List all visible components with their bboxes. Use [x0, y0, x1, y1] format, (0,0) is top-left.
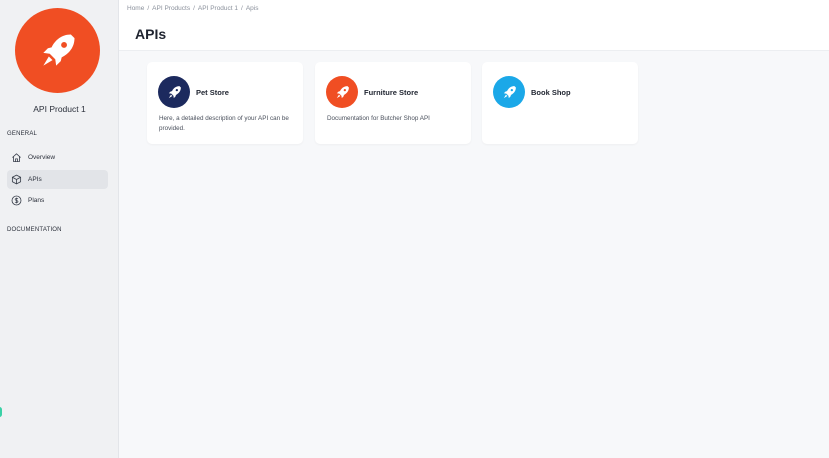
- api-card-title: Pet Store: [196, 88, 229, 97]
- api-card-pet-store[interactable]: Pet Store Here, a detailed description o…: [147, 62, 303, 144]
- product-logo: [15, 8, 100, 93]
- sidebar-item-label: APIs: [28, 176, 42, 183]
- breadcrumb-api-product[interactable]: API Product 1: [198, 5, 238, 12]
- section-general: GENERAL: [7, 131, 38, 137]
- page-title: APIs: [135, 26, 167, 42]
- rocket-icon: [503, 85, 516, 98]
- api-card-furniture-store[interactable]: Furniture Store Documentation for Butche…: [315, 62, 471, 144]
- page-header: Home / API Products / API Product 1 / Ap…: [119, 0, 829, 51]
- breadcrumb-separator: /: [241, 5, 243, 12]
- breadcrumb: Home / API Products / API Product 1 / Ap…: [127, 5, 258, 12]
- sidebar-item-label: Overview: [28, 154, 56, 161]
- api-card-title: Book Shop: [531, 88, 571, 97]
- api-card-description: Documentation for Butcher Shop API: [327, 115, 430, 122]
- sidebar-item-apis[interactable]: APIs: [7, 170, 108, 189]
- api-logo: [493, 76, 525, 108]
- breadcrumb-separator: /: [147, 5, 150, 12]
- sidebar-item-plans[interactable]: Plans: [7, 191, 108, 210]
- home-icon: [11, 152, 22, 163]
- api-card-book-shop[interactable]: Book Shop: [482, 62, 638, 144]
- api-logo: [158, 76, 190, 108]
- rocket-icon: [336, 85, 349, 98]
- rocket-icon: [42, 34, 74, 66]
- cube-icon: [11, 174, 22, 185]
- api-logo: [326, 76, 358, 108]
- breadcrumb-separator: /: [193, 5, 195, 12]
- sidebar: API Product 1 GENERAL Overview APIs Plan…: [0, 0, 119, 458]
- api-card-title: Furniture Store: [364, 88, 419, 97]
- api-card-description: Here, a detailed description of your API…: [159, 115, 289, 132]
- breadcrumb-home[interactable]: Home: [127, 5, 144, 12]
- sidebar-item-label: Plans: [28, 197, 45, 204]
- dollar-icon: [11, 195, 22, 206]
- product-name: API Product 1: [33, 104, 86, 114]
- breadcrumb-current: Apis: [245, 5, 259, 12]
- edge-handle[interactable]: [0, 407, 2, 417]
- breadcrumb-api-products[interactable]: API Products: [152, 5, 190, 12]
- rocket-icon: [168, 85, 181, 98]
- sidebar-item-overview[interactable]: Overview: [7, 148, 108, 167]
- section-documentation: DOCUMENTATION: [7, 227, 62, 233]
